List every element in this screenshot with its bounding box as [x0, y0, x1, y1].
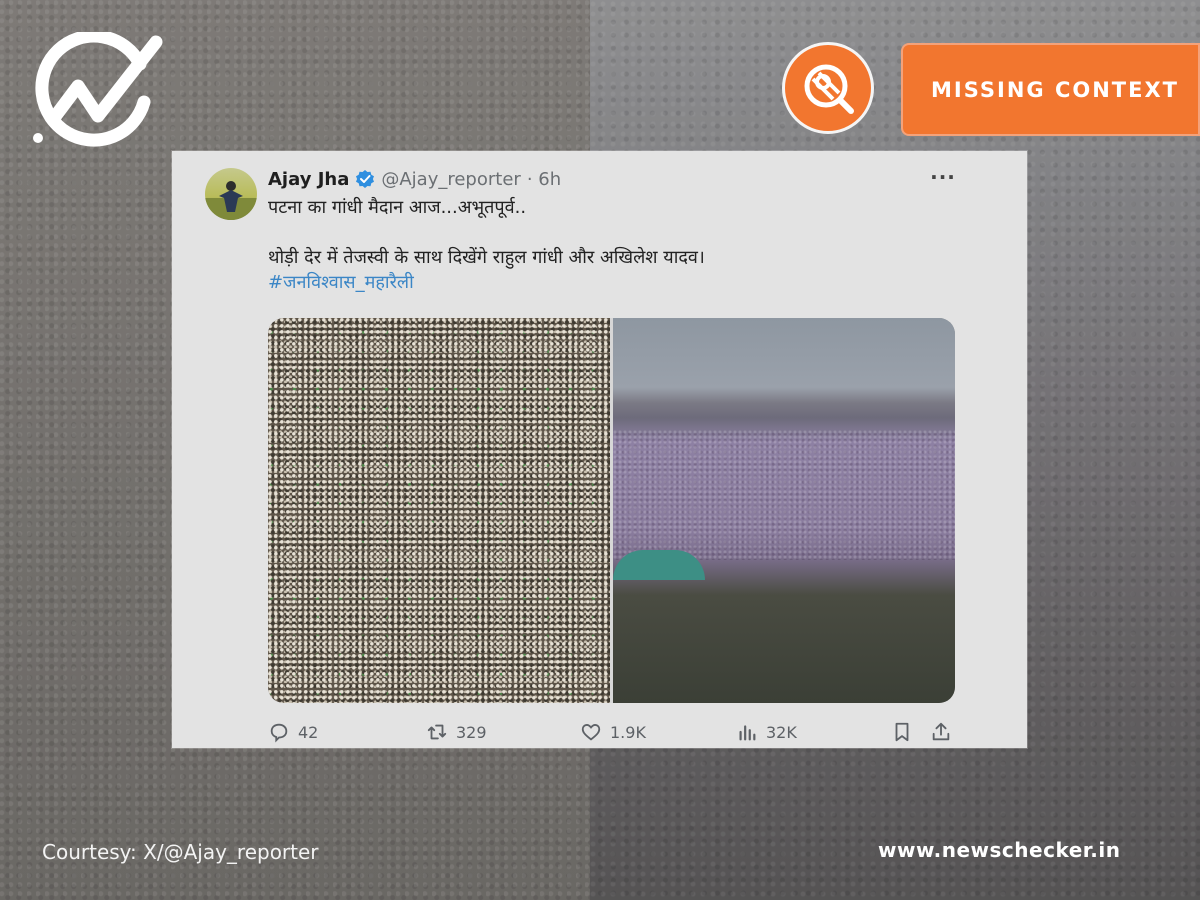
verified-check-icon [355, 169, 375, 189]
more-options-icon[interactable]: ··· [930, 167, 956, 187]
bookmark-icon [895, 722, 909, 742]
author-handle[interactable]: @Ajay_reporter [381, 169, 520, 190]
tweet-media[interactable] [268, 318, 955, 703]
reply-count: 42 [298, 722, 319, 742]
tweet-text: पटना का गांधी मैदान आज...अभूतपूर्व.. थोड… [268, 195, 928, 295]
newschecker-logo-icon [32, 29, 164, 150]
views-count: 32K [766, 722, 797, 742]
avatar[interactable] [205, 168, 257, 220]
tweet-hashtag[interactable]: #जनविश्वास_महारैली [268, 270, 928, 295]
views-button[interactable]: 32K [736, 721, 797, 743]
author-name[interactable]: Ajay Jha [268, 169, 349, 190]
tweet-line-2: थोड़ी देर में तेजस्वी के साथ दिखेंगे राह… [268, 247, 705, 268]
reply-icon [270, 723, 288, 743]
courtesy-credit: Courtesy: X/@Ajay_reporter [42, 840, 319, 864]
tent-roof [613, 550, 705, 580]
site-url[interactable]: www.newschecker.in [878, 838, 1120, 862]
like-count: 1.9K [610, 722, 646, 742]
like-button[interactable]: 1.9K [580, 721, 646, 743]
media-image-crowd-closeup[interactable] [268, 318, 610, 703]
tweet-author-row: Ajay Jha @Ajay_reporter · 6h [268, 167, 561, 191]
magnifier-badge-icon [782, 42, 874, 134]
repost-count: 329 [456, 722, 487, 742]
missing-context-label: MISSING CONTEXT [901, 43, 1200, 136]
share-icon [932, 722, 950, 741]
reply-button[interactable]: 42 [268, 721, 318, 743]
media-image-crowd-aerial[interactable] [613, 318, 955, 703]
tweet-action-bar: 42 329 1.9K 32K [268, 721, 958, 747]
views-chart-icon [739, 725, 756, 741]
bookmark-button[interactable] [891, 721, 913, 743]
share-button[interactable] [930, 721, 952, 743]
tweet-time: · 6h [526, 168, 562, 190]
tweet-card: Ajay Jha @Ajay_reporter · 6h ··· पटना का… [172, 151, 1027, 748]
repost-icon [427, 724, 447, 740]
tweet-line-1: पटना का गांधी मैदान आज...अभूतपूर्व.. [268, 197, 527, 218]
heart-icon [581, 724, 601, 741]
repost-button[interactable]: 329 [426, 721, 487, 743]
